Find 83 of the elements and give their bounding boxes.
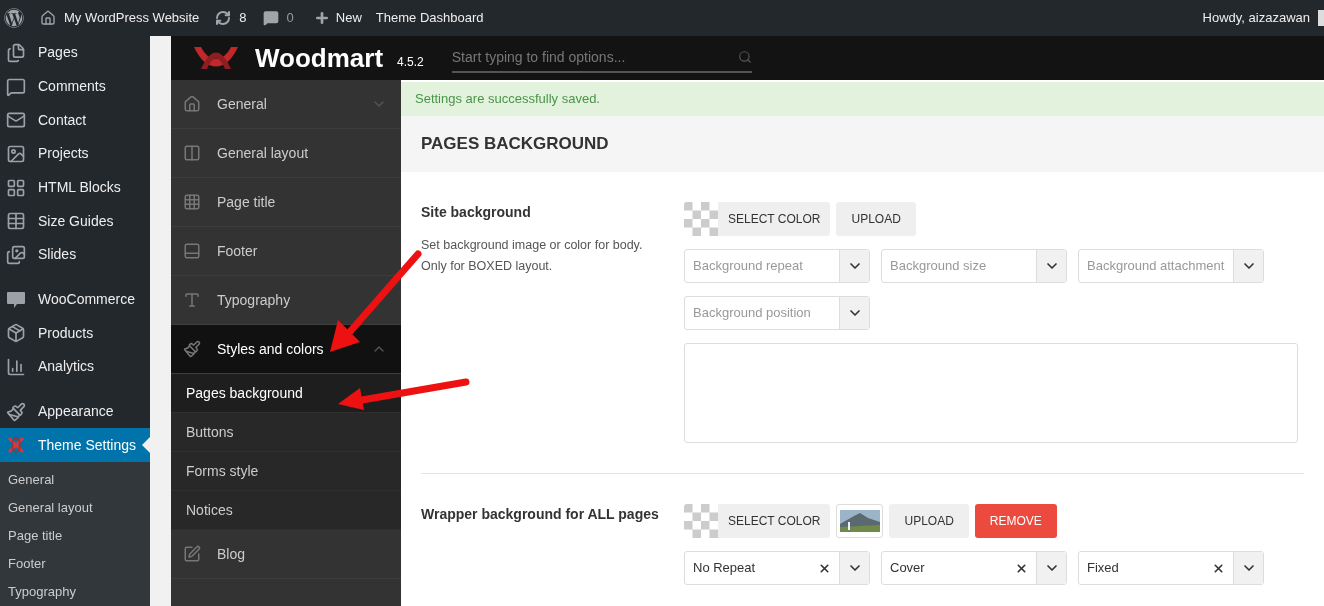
select-color-button[interactable]: SELECT COLOR — [684, 202, 831, 236]
woocommerce-icon — [6, 290, 26, 309]
sidebar-item[interactable]: HTML Blocks — [0, 170, 150, 205]
dropdown-placeholder: Background size — [890, 257, 987, 276]
comment-icon — [6, 76, 26, 97]
dropdown-field[interactable]: Cover — [881, 551, 1067, 585]
options-menu-item[interactable]: Styles and colors — [171, 325, 401, 374]
dropdown-placeholder: Background position — [693, 304, 811, 323]
new-link[interactable]: New — [335, 8, 362, 28]
options-search-field[interactable]: Start typing to find options... — [451, 46, 738, 68]
remove-button[interactable]: REMOVE — [974, 504, 1057, 538]
wordpress-logo-icon[interactable] — [4, 8, 24, 28]
submenu-item[interactable]: General — [0, 466, 150, 495]
dropdown-field[interactable]: Fixed — [1078, 551, 1264, 585]
plus-icon — [313, 10, 330, 26]
theme-dashboard-link[interactable]: Theme Dashboard — [375, 8, 484, 28]
table-icon — [6, 211, 26, 232]
sidebar-item[interactable]: WooCommerce — [0, 282, 150, 317]
dropdown-value: Fixed — [1087, 559, 1120, 578]
submenu-item[interactable]: Typography — [0, 578, 150, 606]
site-name-link[interactable]: My WordPress Website — [64, 8, 200, 28]
dropdown-placeholder: Background attachment — [1087, 257, 1225, 276]
brush-icon — [6, 401, 26, 422]
image-icon — [6, 143, 26, 164]
sidebar-item[interactable]: Analytics — [0, 350, 150, 384]
dropdown-value: Cover — [890, 559, 926, 578]
box-icon — [6, 323, 26, 344]
setting-label: Wrapper background for ALL pages — [421, 505, 660, 524]
images-icon — [6, 244, 26, 265]
upload-button[interactable]: UPLOAD — [836, 202, 916, 236]
setting-description: Set background image or color for body. Only for BOXED layout. — [421, 237, 644, 275]
brush-icon — [183, 340, 201, 358]
transparent-swatch-icon — [684, 504, 718, 538]
setting-label: Site background — [421, 203, 532, 222]
sidebar-item[interactable]: Size Guides — [0, 204, 150, 239]
grid-icon — [183, 193, 201, 211]
greeting-link[interactable]: Howdy, aizazawan — [1202, 8, 1310, 28]
submenu-item[interactable]: General layout — [0, 494, 150, 523]
sidebar-item[interactable]: Appearance — [0, 394, 150, 429]
home-icon — [40, 10, 56, 26]
updates-count: 8 — [239, 9, 247, 28]
selection-pointer — [141, 437, 150, 454]
image-thumbnail[interactable] — [836, 504, 884, 538]
sidebar-item[interactable]: Products — [0, 316, 150, 351]
submenu-item[interactable]: Footer — [0, 550, 150, 579]
grid-icon — [6, 177, 26, 198]
footer-icon — [183, 242, 201, 260]
version-label: 4.5.2 — [397, 54, 424, 71]
home-icon — [183, 95, 201, 113]
comment-icon[interactable] — [262, 10, 279, 26]
upload-button[interactable]: UPLOAD — [889, 504, 969, 538]
sidebar-item[interactable]: Projects — [0, 137, 150, 171]
comments-count: 0 — [286, 9, 294, 28]
submenu-item[interactable]: Page title — [0, 522, 150, 551]
success-notice: Settings are successfully saved. — [401, 82, 1324, 116]
sidebar-item[interactable]: Theme Settings — [0, 428, 150, 463]
refresh-icon[interactable] — [215, 10, 232, 26]
sidebar-item[interactable]: Pages — [0, 36, 150, 70]
options-submenu-item[interactable]: Pages background — [171, 374, 401, 413]
mail-icon — [6, 110, 26, 131]
dropdown-field[interactable]: No Repeat — [684, 551, 870, 585]
sidebar-item[interactable]: Comments — [0, 69, 150, 104]
clear-icon[interactable] — [818, 561, 831, 575]
search-icon — [737, 50, 752, 64]
options-submenu-item[interactable]: Forms style — [171, 452, 401, 491]
select-color-button[interactable]: SELECT COLOR — [684, 504, 831, 538]
sidebar-item[interactable]: Slides — [0, 238, 150, 272]
options-submenu-item[interactable]: Buttons — [171, 413, 401, 452]
transparent-swatch-icon — [684, 202, 718, 236]
layout-icon — [183, 144, 201, 162]
section-header: PAGES BACKGROUND — [401, 116, 1324, 172]
options-submenu-item[interactable]: Notices — [171, 491, 401, 530]
dropdown-placeholder: Background repeat — [693, 257, 803, 276]
clear-icon[interactable] — [1015, 561, 1028, 575]
clear-icon[interactable] — [1212, 561, 1225, 575]
dropdown-value: No Repeat — [693, 559, 757, 578]
sidebar-item[interactable]: Contact — [0, 103, 150, 138]
pages-icon — [6, 42, 26, 63]
x-logo-icon — [6, 435, 26, 456]
edit-icon — [183, 545, 201, 563]
brand-name: Woodmart — [255, 41, 384, 75]
letter-icon — [183, 291, 201, 309]
bar-chart-icon — [6, 356, 26, 377]
